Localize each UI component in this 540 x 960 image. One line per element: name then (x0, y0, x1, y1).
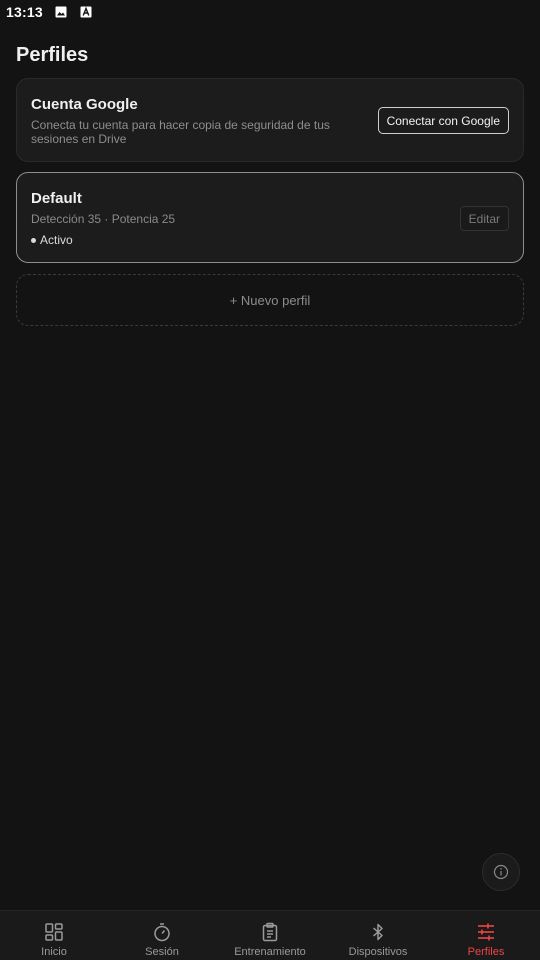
info-icon (493, 864, 509, 880)
active-dot-icon (31, 237, 36, 243)
google-card-description: Conecta tu cuenta para hacer copia de se… (31, 118, 330, 146)
profile-name: Default (31, 190, 82, 207)
status-bar: 13:13 (0, 0, 540, 24)
bluetooth-icon (367, 921, 389, 943)
stopwatch-icon (151, 921, 173, 943)
nav-item-dispositivos[interactable]: Dispositivos (324, 911, 432, 960)
nav-label: Inicio (41, 946, 67, 958)
edit-profile-button[interactable]: Editar (459, 206, 509, 231)
nav-label: Perfiles (467, 946, 505, 958)
profile-status: Activo (31, 233, 73, 247)
profile-status-label: Activo (40, 233, 73, 247)
nav-label: Sesión (145, 946, 179, 958)
new-profile-label: + Nuevo perfil (229, 292, 311, 308)
status-time: 13:13 (6, 4, 43, 20)
sliders-icon (475, 921, 497, 943)
nav-item-inicio[interactable]: Inicio (0, 911, 108, 960)
page-title: Perfiles (16, 44, 89, 66)
bottom-nav: Inicio Sesión Entrenamiento Dispositivos… (0, 910, 540, 960)
google-account-card: Cuenta Google Conecta tu cuenta para hac… (16, 78, 524, 162)
connect-google-button[interactable]: Conectar con Google (377, 107, 509, 134)
grid-icon (43, 921, 65, 943)
nav-label: Dispositivos (348, 946, 408, 958)
nav-label: Entrenamiento (234, 946, 306, 958)
image-icon (55, 6, 68, 19)
google-card-title: Cuenta Google (31, 96, 138, 113)
profile-meta: Detección 35 · Potencia 25 (31, 212, 176, 226)
profile-card-default[interactable]: Default Detección 35 · Potencia 25 Activ… (16, 172, 524, 263)
profiles-screen: 13:13 Perfiles Cuenta Google Conecta tu … (0, 0, 540, 960)
nav-item-entrenamiento[interactable]: Entrenamiento (216, 911, 324, 960)
info-button[interactable] (482, 853, 520, 891)
nav-item-perfiles[interactable]: Perfiles (432, 911, 540, 960)
new-profile-button[interactable]: + Nuevo perfil (16, 274, 524, 326)
nav-item-sesion[interactable]: Sesión (108, 911, 216, 960)
clipboard-icon (259, 921, 281, 943)
text-a-icon (80, 6, 93, 19)
